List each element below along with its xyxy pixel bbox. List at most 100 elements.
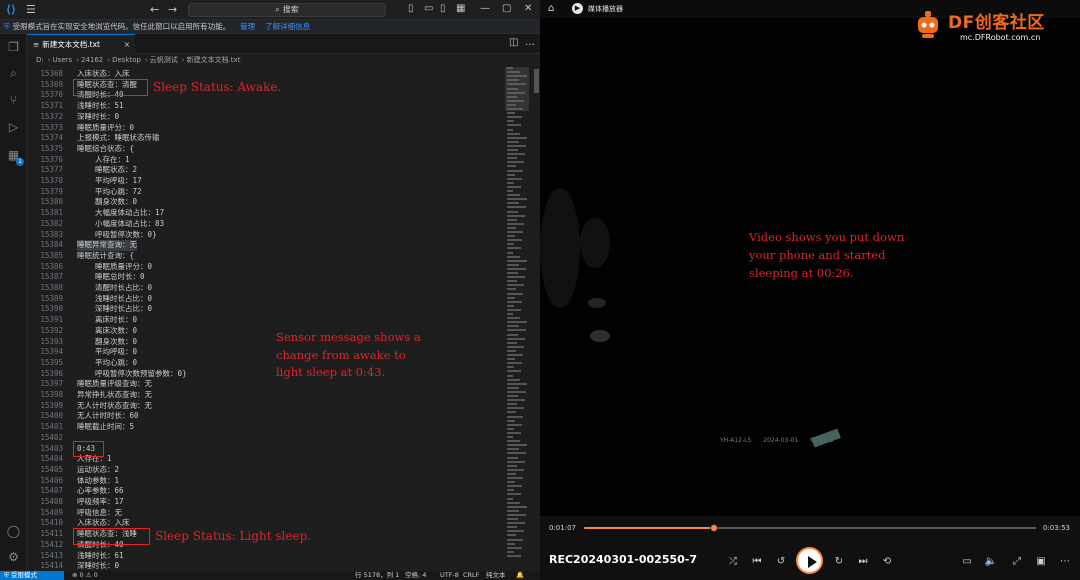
minimap-line xyxy=(507,218,517,221)
line-number: 15400 xyxy=(40,411,63,421)
minimap-line xyxy=(507,226,516,229)
seek-bar[interactable] xyxy=(584,524,1036,532)
minimap-line xyxy=(507,530,524,533)
language-mode[interactable]: 纯文本 xyxy=(486,571,506,580)
minimap-line xyxy=(507,181,514,184)
manage-link[interactable]: 管理 xyxy=(240,22,255,31)
indentation[interactable]: 空格: 4 xyxy=(405,571,426,580)
warning-icon: ⚠ xyxy=(85,571,94,579)
notifications-icon[interactable]: 🔔 xyxy=(516,571,524,580)
line-number: 15388 xyxy=(40,283,63,292)
forward-arrow-icon[interactable]: → xyxy=(168,3,177,17)
close-icon[interactable]: ✕ xyxy=(524,3,532,14)
minimap-line xyxy=(507,198,527,201)
minimap-line xyxy=(507,452,526,455)
play-button[interactable] xyxy=(796,547,823,574)
minimap-line xyxy=(507,67,513,69)
forward-30-icon[interactable]: ↻ xyxy=(832,556,846,567)
osd-text: 2024-03-01 xyxy=(763,437,799,444)
minimap-line xyxy=(507,370,521,373)
code-line: 离床次数：0 xyxy=(77,325,138,335)
line-number: 15392 xyxy=(40,325,63,335)
minimap-line xyxy=(507,509,519,512)
layout-secondary-icon[interactable]: ▯ xyxy=(440,3,446,14)
menu-icon[interactable]: ☰ xyxy=(26,3,36,17)
seek-bar-thumb[interactable] xyxy=(709,524,718,532)
minimize-icon[interactable]: — xyxy=(480,3,490,14)
minimap-line xyxy=(507,116,522,119)
line-number: 15398 xyxy=(40,390,63,399)
restricted-mode-banner: ⛨ 受限模式旨在实现安全地浏览代码。信任此窗口以启用所有功能。 管理 了解详细信息 xyxy=(0,20,540,34)
code-line: 翻身次数：0 xyxy=(77,197,138,207)
minimap-line xyxy=(507,460,525,463)
volume-icon[interactable]: 🔈 xyxy=(984,556,998,567)
line-number: 15402 xyxy=(40,432,63,442)
fullscreen-icon[interactable]: ⤢ xyxy=(1010,556,1024,567)
learn-more-link[interactable]: 了解详细信息 xyxy=(265,22,310,31)
next-icon[interactable]: ⏭ xyxy=(856,556,870,567)
text-editor[interactable]: 15368 15369 15370 15371 15372 15373 15374 15375… xyxy=(27,67,540,572)
annotation-video: Video shows you put down your phone and … xyxy=(749,230,905,280)
repeat-icon[interactable]: ⟲ xyxy=(880,556,894,567)
minimap-line xyxy=(507,313,513,315)
line-number: 15387 xyxy=(40,272,63,282)
explorer-icon[interactable]: ❐ xyxy=(6,40,21,55)
tab-bar: ≡ 新建文本文档.txt × ◫ … xyxy=(27,34,540,54)
minimap[interactable] xyxy=(505,67,535,572)
minimap-line xyxy=(507,157,517,160)
miniplayer-icon[interactable]: ▣ xyxy=(1034,556,1048,567)
minimap-line xyxy=(507,345,524,348)
minimap-line xyxy=(507,259,527,262)
minimap-line xyxy=(507,308,521,311)
line-number: 15371 xyxy=(40,101,63,111)
minimap-line xyxy=(507,423,522,426)
shuffle-icon[interactable]: ⤮ xyxy=(726,556,740,567)
split-editor-icon[interactable]: ◫ xyxy=(509,37,518,48)
breadcrumb-item[interactable]: Users xyxy=(53,56,73,64)
awake-highlight-box xyxy=(73,79,148,96)
code-line: 无人计时时长：60 xyxy=(77,411,139,421)
minimap-line xyxy=(507,472,516,475)
account-icon[interactable]: ◯ xyxy=(6,524,21,539)
player-app-name: 媒体播放器 xyxy=(588,5,623,13)
home-icon[interactable]: ⌂ xyxy=(548,3,554,14)
layout-panel-icon[interactable]: ▭ xyxy=(424,3,433,14)
maximize-icon[interactable]: ▢ xyxy=(502,3,511,14)
tab-new-text-document[interactable]: ≡ 新建文本文档.txt × xyxy=(27,34,135,54)
restricted-mode-status[interactable]: ⛨ 受限模式 xyxy=(0,571,64,580)
tab-close-icon[interactable]: × xyxy=(124,35,130,54)
search-icon[interactable]: ⌕ xyxy=(6,66,21,81)
problems-status[interactable]: ⊗ 0 ⚠ 0 xyxy=(72,571,98,580)
subtitles-icon[interactable]: ▭ xyxy=(960,556,974,567)
back-arrow-icon[interactable]: ← xyxy=(150,3,159,17)
minimap-line xyxy=(507,99,524,102)
cursor-position[interactable]: 行 5178，列 1 xyxy=(355,571,399,580)
customize-layout-icon[interactable]: ▦ xyxy=(456,3,465,14)
previous-icon[interactable]: ⏮ xyxy=(750,556,764,567)
run-debug-icon[interactable]: ▷ xyxy=(6,120,21,135)
layout-sidebar-icon[interactable]: ▯ xyxy=(408,3,414,14)
settings-gear-icon[interactable]: ⚙ xyxy=(6,550,21,565)
more-actions-icon[interactable]: … xyxy=(525,37,535,48)
video-frame[interactable]: YH-A12-L52024-03-0100:26:3 Video shows y… xyxy=(540,18,1080,516)
more-options-icon[interactable]: ⋯ xyxy=(1058,556,1072,567)
code-line: 睡眠总时长：0 xyxy=(77,272,145,282)
minimap-line xyxy=(507,165,516,168)
encoding[interactable]: UTF-8 xyxy=(440,571,459,580)
breadcrumb-item[interactable]: 新建文本文档.txt xyxy=(187,56,241,64)
title-bar: ⟨⟩ ☰ ← → ⌕ 搜索 ▯ ▭ ▯ ▦ — ▢ ✕ xyxy=(0,0,540,20)
extensions-icon[interactable]: ▦ xyxy=(6,148,24,166)
breadcrumb-item[interactable]: Desktop xyxy=(112,56,141,64)
minimap-line xyxy=(507,71,520,74)
command-search-box[interactable]: ⌕ 搜索 xyxy=(188,3,386,17)
scrollbar-thumb[interactable] xyxy=(534,69,539,93)
breadcrumb-item[interactable]: 云帆测试 xyxy=(150,56,178,64)
rewind-10-icon[interactable]: ↺ xyxy=(774,556,788,567)
line-ending[interactable]: CRLF xyxy=(463,571,479,580)
source-control-icon[interactable]: ⑂ xyxy=(6,93,21,108)
minimap-line xyxy=(507,75,527,78)
breadcrumb-item[interactable]: D: xyxy=(36,56,44,64)
osd-text: YH-A12-L5 xyxy=(720,437,752,444)
breadcrumb-item[interactable]: 24162 xyxy=(81,56,103,64)
minimap-line xyxy=(507,329,526,332)
